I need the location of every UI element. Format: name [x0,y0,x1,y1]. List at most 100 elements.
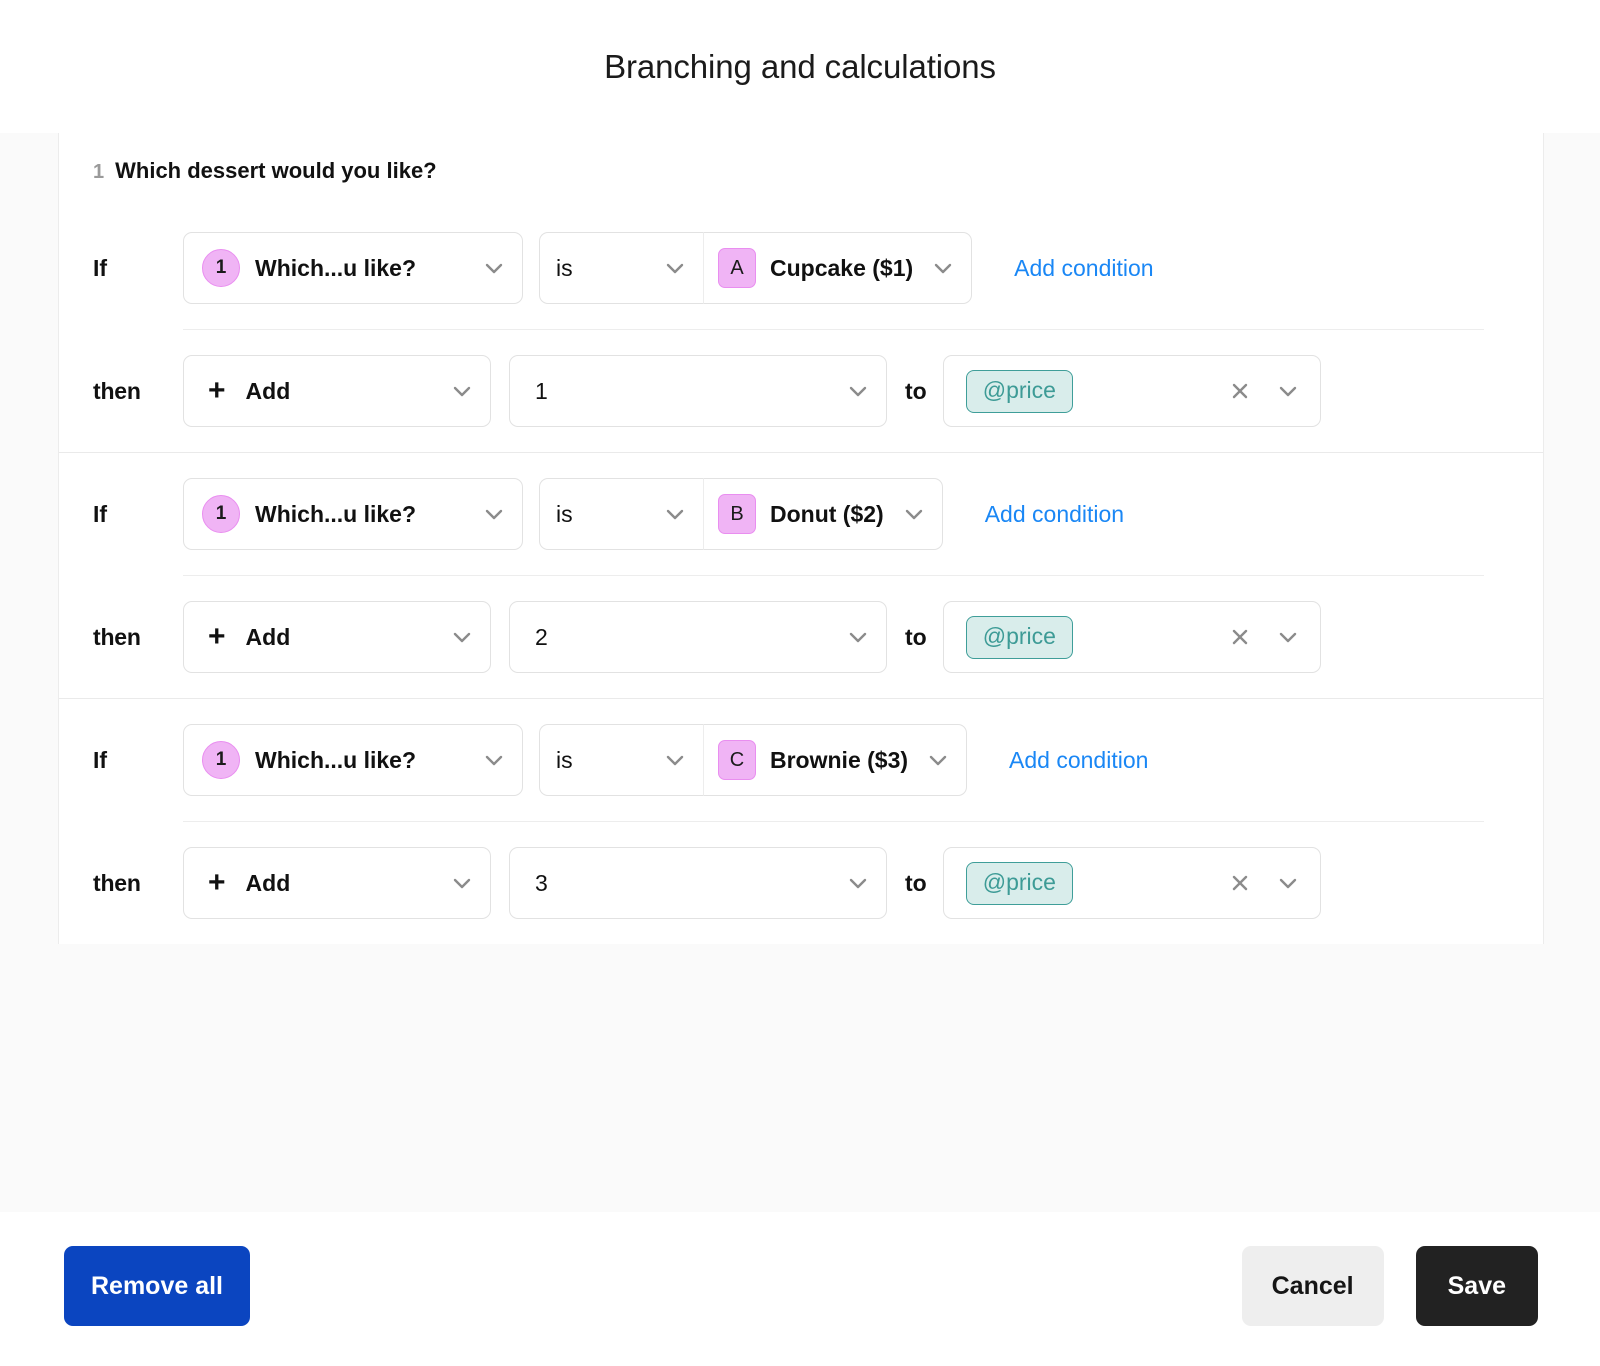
to-label: to [905,623,927,650]
chevron-down-icon [1276,379,1300,403]
add-condition-link[interactable]: Add condition [1009,748,1148,772]
chevron-down-icon [828,871,870,895]
chevron-down-icon [432,625,474,649]
condition-question-label: Which...u like? [255,500,417,527]
action-value-label: 1 [535,377,548,404]
condition-operator-label: is [556,746,573,773]
action-operation-select[interactable]: + Add [183,847,491,919]
close-icon[interactable] [1218,871,1252,895]
chevron-down-icon [432,871,474,895]
chevron-down-icon [828,379,870,403]
page-title: Branching and calculations [604,48,996,85]
action-target-select[interactable]: @price [942,601,1321,673]
action-value-select[interactable]: 2 [509,601,887,673]
rules-scroll-region[interactable]: 1 Which dessert would you like? If 1 Whi… [0,133,1600,1212]
condition-operator-label: is [556,500,573,527]
branching-calculations-dialog: Branching and calculations 1 Which desse… [0,0,1600,1366]
action-row: then + Add 2 to @price [59,576,1543,698]
rule-block: If 1 Which...u like? is [59,207,1543,452]
condition-choice-label: Brownie ($3) [770,746,909,773]
action-operation-label: Add [245,377,291,404]
dialog-header: Branching and calculations [0,0,1600,133]
action-value-label: 3 [535,869,548,896]
condition-operator-select[interactable]: is [539,478,704,550]
condition-operator-select[interactable]: is [539,724,704,796]
condition-row: If 1 Which...u like? is [59,453,1543,575]
question-badge: 1 [202,249,240,287]
footer-actions: Remove all Cancel Save [64,1246,1538,1326]
if-label: If [93,254,108,281]
condition-choice-label: Donut ($2) [770,500,884,527]
condition-choice-select[interactable]: C Brownie ($3) [704,724,968,796]
condition-operator-label: is [556,254,573,281]
condition-operator-group: is B Donut ($2) [539,478,943,550]
action-operation-select[interactable]: + Add [183,601,491,673]
remove-all-button[interactable]: Remove all [64,1246,251,1326]
condition-question-label: Which...u like? [255,254,417,281]
then-label: then [93,623,141,650]
question-badge: 1 [202,495,240,533]
condition-operator-select[interactable]: is [539,232,704,304]
action-row: then + Add 1 to @price [59,330,1543,452]
choice-badge: C [718,740,756,780]
action-value-select[interactable]: 3 [509,847,887,919]
action-operation-select[interactable]: + Add [183,355,491,427]
variable-pill: @price [965,369,1073,413]
if-label: If [93,500,108,527]
chevron-down-icon [645,502,687,526]
chevron-down-icon [464,502,506,526]
action-target-select[interactable]: @price [942,355,1321,427]
condition-choice-select[interactable]: A Cupcake ($1) [704,232,973,304]
then-label: then [93,869,141,896]
condition-question-select[interactable]: 1 Which...u like? [183,724,523,796]
question-header: 1 Which dessert would you like? [59,133,1543,207]
action-target-select[interactable]: @price [942,847,1321,919]
action-value-label: 2 [535,623,548,650]
chevron-down-icon [432,379,474,403]
condition-operator-group: is C Brownie ($3) [539,724,968,796]
add-condition-link[interactable]: Add condition [1014,256,1153,280]
chevron-down-icon [884,502,926,526]
action-operation-label: Add [245,869,291,896]
then-label: then [93,377,141,404]
chevron-down-icon [645,748,687,772]
condition-question-select[interactable]: 1 Which...u like? [183,232,523,304]
add-condition-link[interactable]: Add condition [985,502,1124,526]
to-label: to [905,869,927,896]
condition-row: If 1 Which...u like? is [59,207,1543,329]
chevron-down-icon [913,256,955,280]
cancel-button[interactable]: Cancel [1241,1246,1384,1326]
close-icon[interactable] [1218,379,1252,403]
chevron-down-icon [645,256,687,280]
variable-pill: @price [965,615,1073,659]
condition-choice-select[interactable]: B Donut ($2) [704,478,943,550]
rules-sheet: 1 Which dessert would you like? If 1 Whi… [58,133,1544,944]
variable-pill: @price [965,861,1073,905]
action-operation-label: Add [245,623,291,650]
condition-choice-label: Cupcake ($1) [770,254,914,281]
condition-question-label: Which...u like? [255,746,417,773]
condition-question-select[interactable]: 1 Which...u like? [183,478,523,550]
dialog-footer: Remove all Cancel Save [0,1212,1600,1366]
close-icon[interactable] [1218,625,1252,649]
question-number: 1 [93,161,105,183]
chevron-down-icon [464,256,506,280]
choice-badge: A [718,248,756,288]
question-badge: 1 [202,741,240,779]
chevron-down-icon [1276,871,1300,895]
rule-block: If 1 Which...u like? is [59,452,1543,698]
action-value-select[interactable]: 1 [509,355,887,427]
to-label: to [905,377,927,404]
condition-row: If 1 Which...u like? is [59,699,1543,821]
save-button[interactable]: Save [1415,1246,1538,1326]
chevron-down-icon [908,748,950,772]
chevron-down-icon [464,748,506,772]
action-row: then + Add 3 to @price [59,822,1543,944]
rule-block: If 1 Which...u like? is [59,698,1543,944]
chevron-down-icon [1276,625,1300,649]
choice-badge: B [718,494,756,534]
plus-icon: + [208,620,226,653]
plus-icon: + [208,374,226,407]
if-label: If [93,746,108,773]
condition-operator-group: is A Cupcake ($1) [539,232,973,304]
